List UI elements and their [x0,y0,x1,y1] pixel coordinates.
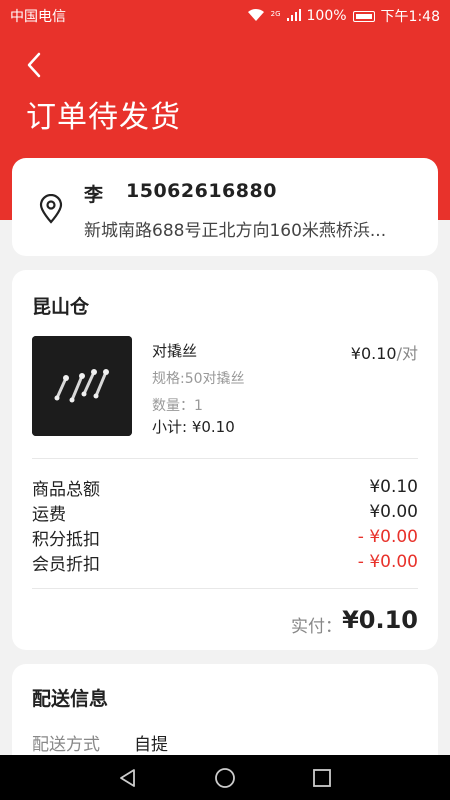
divider [32,588,418,589]
battery-icon [352,10,375,22]
summary-value: ¥0.00 [369,502,418,522]
summary-value: - ¥0.00 [357,552,418,572]
summary-label: 运费 [32,504,66,525]
summary-value: - ¥0.00 [357,527,418,547]
chevron-left-icon [27,52,41,78]
product-subtotal: 小计: ¥0.10 [152,418,235,436]
network-type: 2G [270,10,281,18]
back-button[interactable] [20,50,50,80]
paid-label: 实付： [291,617,342,637]
address-card[interactable]: 李 15062616880 新城南路688号正北方向160米燕桥浜... [12,158,438,256]
summary-label: 会员折扣 [32,554,100,575]
price-value: ¥0.10 [350,344,397,363]
nav-recents-button[interactable] [310,766,334,790]
system-nav-bar [0,755,450,800]
summary-row-points: 积分抵扣 - ¥0.00 [32,525,418,550]
divider [32,458,418,459]
summary-value: ¥0.10 [369,477,418,497]
nav-back-button[interactable] [116,766,140,790]
product-name[interactable]: 对撬丝 [152,340,197,361]
product-price: ¥0.10/对 [351,340,418,364]
recipient-name: 李 [84,184,104,206]
nav-home-button[interactable] [213,766,237,790]
square-recents-icon [312,768,331,787]
signal-icon [286,8,301,24]
page-title: 订单待发货 [26,100,181,135]
summary-row-goods-total: 商品总额 ¥0.10 [32,475,418,500]
warehouse-title: 昆山仓 [32,296,90,318]
summary-label: 积分抵扣 [32,529,100,550]
product-spec: 规格:50对撬丝 [152,371,245,387]
order-card: 昆山仓 对撬丝 ¥0.10/对 规格:50对撬丝 数量：1 小计: ¥0.10 … [12,270,438,650]
product-quantity: 数量：1 [152,398,203,414]
summary-row-shipping: 运费 ¥0.00 [32,500,418,525]
address-detail: 新城南路688号正北方向160米燕桥浜... [84,221,387,241]
status-bar: 中国电信 2G 100% 下午1:48 [0,0,450,32]
location-pin-icon [38,193,64,224]
clock: 下午1:48 [380,9,440,25]
product-image[interactable] [32,336,132,436]
summary-label: 商品总额 [32,479,100,500]
shipping-method-value: 自提 [134,735,168,755]
paid-value: ¥0.10 [342,606,418,634]
price-unit: /对 [396,344,418,363]
shipping-method-label: 配送方式 [32,735,100,755]
shipping-title: 配送信息 [32,688,109,710]
wifi-icon [247,8,265,25]
recipient-phone: 15062616880 [126,180,277,202]
battery-percent: 100% [306,8,347,24]
summary-row-member-discount: 会员折扣 - ¥0.00 [32,550,418,575]
triangle-back-icon [120,768,136,787]
carrier-label: 中国电信 [10,9,66,25]
circle-home-icon [215,767,235,788]
status-right: 2G 100% 下午1:48 [247,6,440,26]
